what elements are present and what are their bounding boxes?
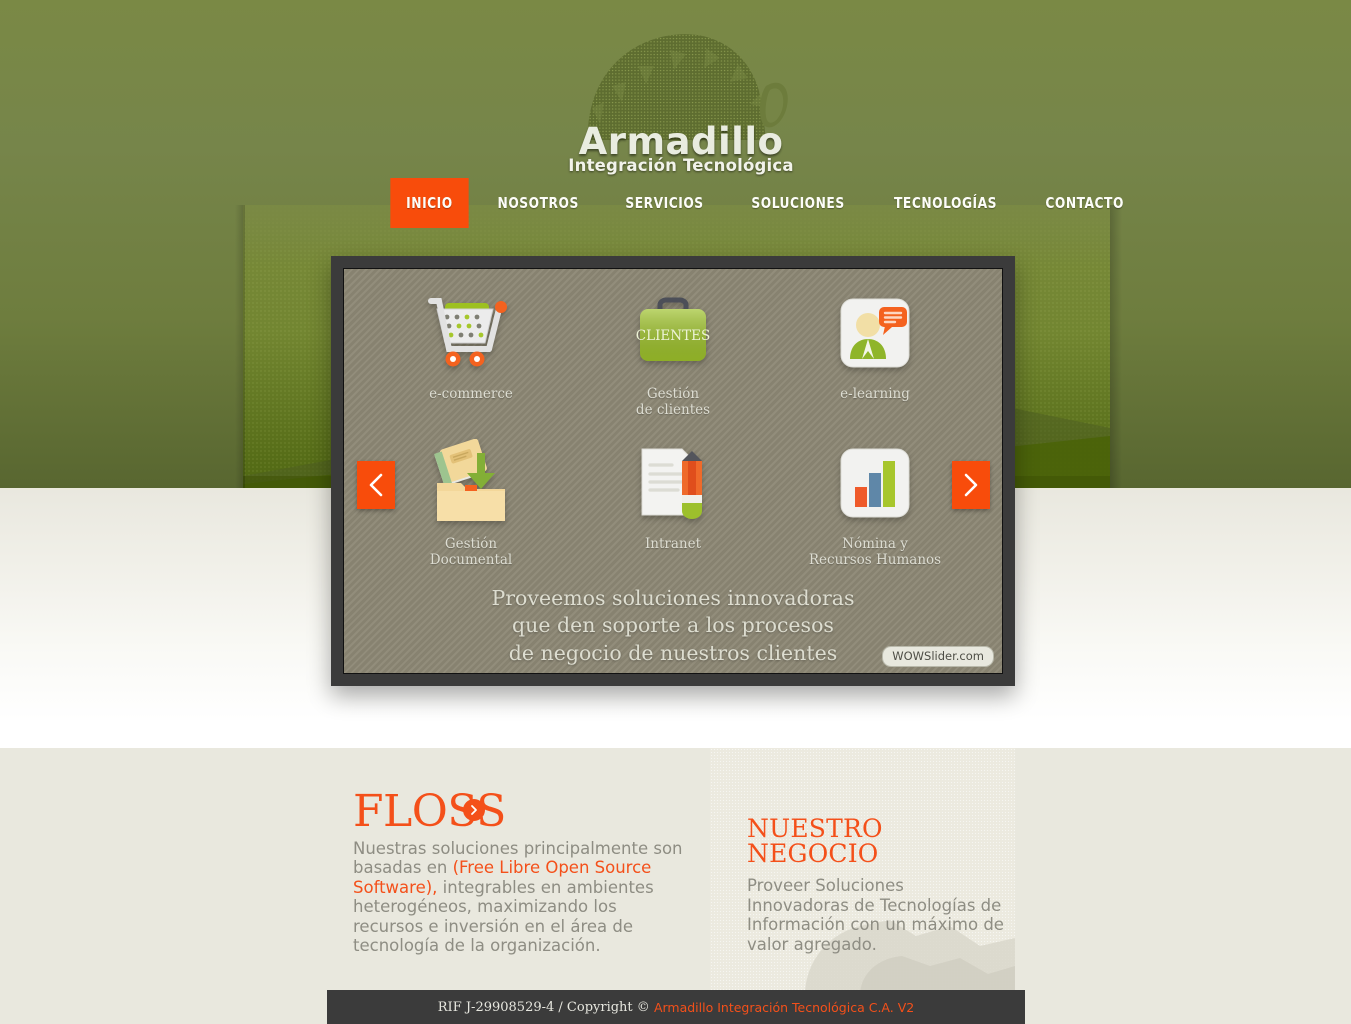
solution-label: Nómina y Recursos Humanos (808, 535, 942, 568)
panel-shadow-right (1110, 205, 1122, 490)
negocio-body-text: Proveer Soluciones Innovadoras de Tecnol… (747, 876, 1004, 954)
solution-label: e-learning (840, 386, 910, 402)
footer-company-link[interactable]: Armadillo Integración Tecnológica C.A. V… (654, 1000, 914, 1015)
page-root: Armadillo Integración Tecnológica INICIO… (0, 0, 1351, 1024)
nav-item-inicio[interactable]: INICIO (390, 178, 469, 228)
floss-body-text: Nuestras soluciones principalmente son b… (353, 839, 683, 956)
shopping-cart-icon (396, 287, 546, 379)
solution-row-1: e-commerce CLIENTES Gestión de clientes … (344, 287, 1002, 419)
solution-gestion-documental[interactable]: Gestión Documental (396, 437, 546, 569)
user-chat-icon (800, 287, 950, 379)
floss-arrow-badge-icon[interactable] (463, 799, 485, 821)
floss-title: FLOSS (353, 786, 506, 837)
site-logo[interactable]: Armadillo Integración Tecnológica (556, 28, 806, 175)
footer-rif-copyright: RIF J-29908529-4 / Copyright © (437, 999, 650, 1015)
negocio-title: NUESTRO NEGOCIO (747, 814, 883, 868)
solution-elearning[interactable]: e-learning (800, 287, 950, 419)
logo-wordmark: Armadillo (578, 120, 784, 163)
folder-arrows-icon (396, 437, 546, 529)
solution-gestion-clientes[interactable]: CLIENTES Gestión de clientes (598, 287, 748, 419)
nav-item-tecnologias[interactable]: TECNOLOGÍAS (879, 178, 1014, 228)
solution-label: Intranet (644, 535, 702, 552)
slider-prev-button[interactable] (357, 461, 395, 509)
solution-label: e-commerce (429, 386, 513, 402)
negocio-section: NUESTRO NEGOCIO Proveer Soluciones Innov… (747, 816, 1007, 955)
footer-bar: RIF J-29908529-4 / Copyright © Armadillo… (327, 990, 1025, 1024)
bar-chart-icon (800, 437, 950, 529)
slider-viewport[interactable]: e-commerce CLIENTES Gestión de clientes … (343, 268, 1003, 674)
solution-label: Gestión de clientes (635, 386, 711, 418)
slider-frame: e-commerce CLIENTES Gestión de clientes … (331, 256, 1015, 686)
nav-item-contacto[interactable]: CONTACTO (1030, 178, 1140, 228)
solution-label: Gestión Documental (429, 535, 513, 568)
solution-ecommerce[interactable]: e-commerce (396, 287, 546, 419)
floss-section: FLOSS Nuestras soluciones principalmente… (353, 790, 683, 956)
wowslider-badge[interactable]: WOWSlider.com (882, 646, 994, 667)
nav-item-nosotros[interactable]: NOSOTROS (482, 178, 595, 228)
briefcase-icon: CLIENTES (598, 287, 748, 379)
panel-shadow-left (235, 205, 245, 490)
nav-item-servicios[interactable]: SERVICIOS (610, 178, 720, 228)
solution-row-2: Gestión Documental Intranet Nómina y Rec… (344, 437, 1002, 569)
chevron-right-icon (962, 472, 980, 498)
logo-tagline: Integración Tecnológica (568, 156, 794, 175)
chevron-left-icon (367, 472, 385, 498)
briefcase-badge-text: CLIENTES (636, 328, 710, 344)
solution-intranet[interactable]: Intranet (598, 437, 748, 569)
document-pencil-icon (598, 437, 748, 529)
main-navigation: INICIO NOSOTROS SERVICIOS SOLUCIONES TEC… (385, 178, 1148, 228)
solution-icon-grid: e-commerce CLIENTES Gestión de clientes … (344, 287, 1002, 569)
solution-nomina-rrhh[interactable]: Nómina y Recursos Humanos (800, 437, 950, 569)
slider-next-button[interactable] (952, 461, 990, 509)
nav-item-soluciones[interactable]: SOLUCIONES (736, 178, 861, 228)
